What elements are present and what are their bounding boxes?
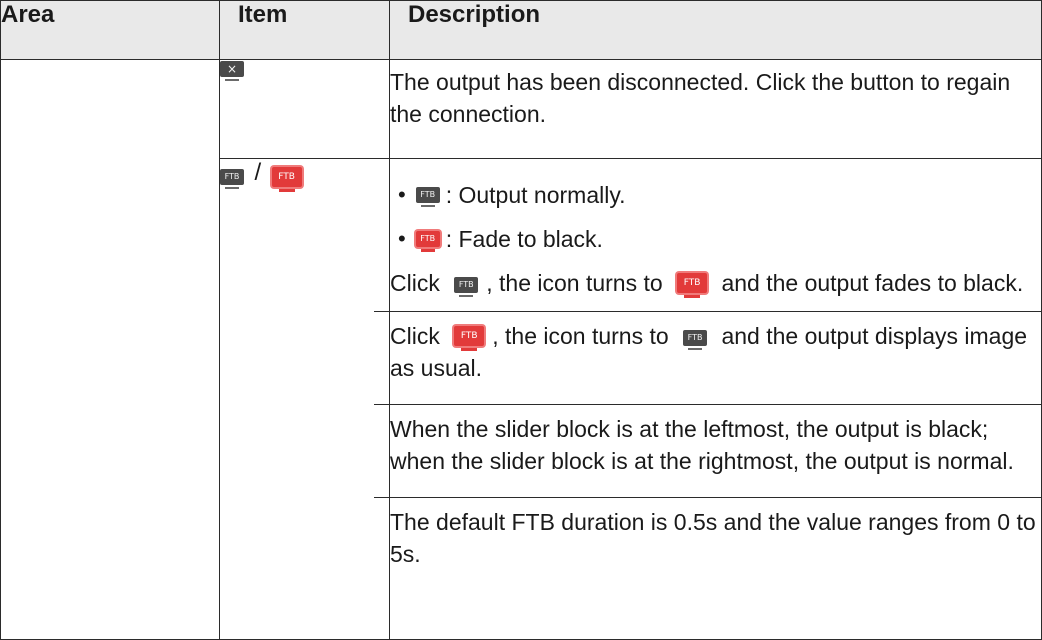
table-row: × The output has been disconnected. Clic… xyxy=(0,59,1042,640)
bullet-text: : Fade to black. xyxy=(445,226,603,252)
paragraph-slider: When the slider block is at the leftmost… xyxy=(390,416,1014,474)
ftb-normal-icon: FTB xyxy=(415,187,440,207)
bullet-fade-to-black: • FTB : Fade to black. xyxy=(390,223,1041,255)
paragraph-duration: The default FTB duration is 0.5s and the… xyxy=(390,509,1036,567)
ftb-active-icon: FTB xyxy=(677,273,708,298)
bullet-text: : Output normally. xyxy=(445,182,626,208)
paragraph-fade: Click FTB , the icon turns to FTB and th… xyxy=(390,270,1024,298)
item-cell: × xyxy=(219,59,390,159)
disconnected-output-icon: × xyxy=(220,60,244,81)
description-cell: • FTB : Output normally. • FTB : Fade to… xyxy=(374,158,1042,640)
header-item: Item xyxy=(219,0,390,60)
bullet-output-normally: • FTB : Output normally. xyxy=(390,179,1041,211)
ftb-normal-icon: FTB xyxy=(683,330,708,350)
item-cell: FTB / FTB xyxy=(219,158,390,640)
header-description: Description xyxy=(389,0,1042,60)
description-cell: The output has been disconnected. Click … xyxy=(389,59,1042,159)
ftb-normal-icon: FTB xyxy=(454,277,479,297)
paragraph-restore: Click FTB , the icon turns to FTB and th… xyxy=(390,323,1028,381)
description-table: Area Item Description × The output has b… xyxy=(0,0,1042,640)
ftb-active-icon: FTB xyxy=(271,167,302,192)
description-text: The output has been disconnected. Click … xyxy=(390,69,1011,127)
table-header-row: Area Item Description xyxy=(0,0,1042,60)
area-cell xyxy=(0,59,220,640)
ftb-active-icon: FTB xyxy=(415,231,440,252)
header-area: Area xyxy=(0,0,220,60)
ftb-normal-icon: FTB xyxy=(220,169,244,189)
ftb-active-icon: FTB xyxy=(454,326,485,351)
item-separator: / xyxy=(254,159,262,186)
